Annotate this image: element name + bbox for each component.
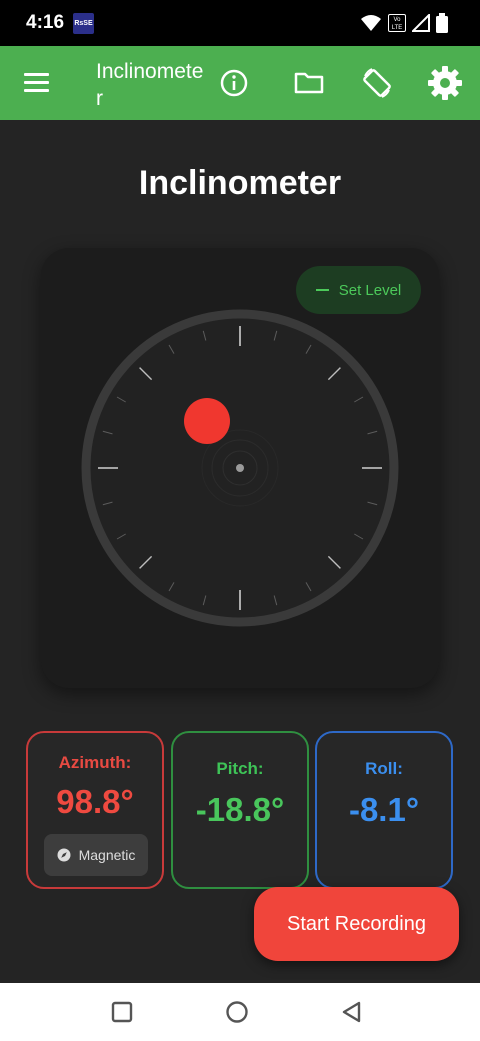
back-triangle-icon[interactable] xyxy=(337,997,367,1027)
app-title: Inclinometer xyxy=(96,60,204,110)
azimuth-label: Azimuth: xyxy=(58,753,132,772)
screen-rotation-icon[interactable] xyxy=(358,64,396,102)
set-level-button[interactable]: Set Level xyxy=(296,266,421,314)
set-level-label: Set Level xyxy=(338,281,402,299)
magnetic-toggle-button[interactable]: Magnetic xyxy=(44,834,148,876)
start-recording-button[interactable]: Start Recording xyxy=(254,887,459,961)
settings-icon[interactable] xyxy=(426,64,464,102)
home-circle-icon[interactable] xyxy=(222,997,252,1027)
info-icon[interactable] xyxy=(215,64,253,102)
dash-icon xyxy=(315,289,329,291)
pitch-label: Pitch: xyxy=(216,759,264,778)
roll-value: -8.1° xyxy=(348,791,420,828)
dial-center-dot xyxy=(236,464,244,472)
compass-icon xyxy=(57,848,71,862)
recents-square-icon[interactable] xyxy=(107,997,137,1027)
roll-card: Roll: -8.1° xyxy=(315,731,453,889)
status-time: 4:16 xyxy=(26,12,65,33)
battery-icon xyxy=(436,13,448,33)
volte-icon: Vo LTE xyxy=(388,14,406,32)
system-nav-bar xyxy=(0,983,480,1041)
azimuth-card: Azimuth: 98.8° Magnetic xyxy=(26,731,164,889)
signal-icon xyxy=(412,14,430,32)
status-icons: Vo LTE xyxy=(360,12,448,34)
folder-icon[interactable] xyxy=(290,64,328,102)
magnetic-label: Magnetic xyxy=(78,847,136,863)
app-bar: Inclinometer xyxy=(0,46,480,120)
roll-label: Roll: xyxy=(365,759,403,778)
pitch-value: -18.8° xyxy=(195,791,285,828)
pitch-card: Pitch: -18.8° xyxy=(171,731,309,889)
azimuth-value: 98.8° xyxy=(56,783,134,820)
menu-icon[interactable] xyxy=(20,70,54,96)
page-title: Inclinometer xyxy=(138,164,342,202)
bubble-level-dial xyxy=(81,309,399,627)
status-bar: 4:16 RsSE Vo LTE xyxy=(0,0,480,46)
wifi-icon xyxy=(361,15,381,31)
notification-app-icon: RsSE xyxy=(73,13,94,34)
level-bubble xyxy=(184,398,230,444)
